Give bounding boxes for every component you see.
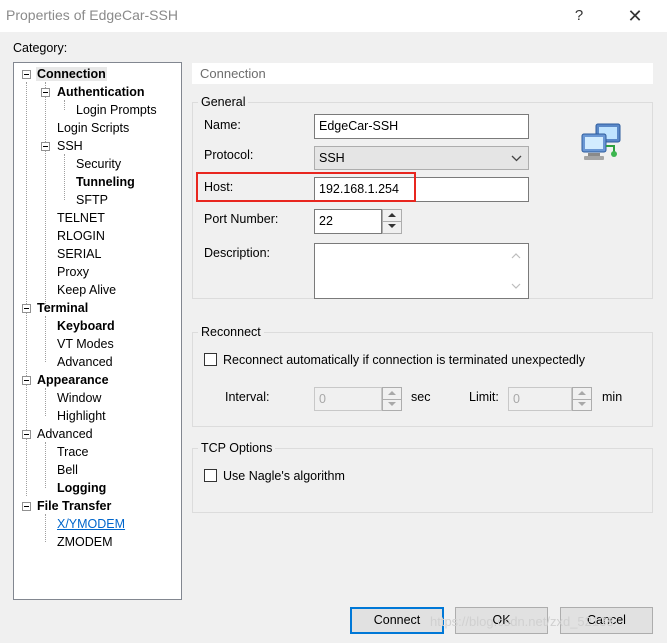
interval-unit: sec <box>411 390 431 404</box>
tree-item-terminal-advanced[interactable]: Advanced <box>56 353 114 371</box>
tree-item-trace[interactable]: Trace <box>56 443 90 461</box>
port-field[interactable]: 22 <box>314 209 382 234</box>
title-bar: Properties of EdgeCar-SSH ? ✕ <box>0 0 667 32</box>
host-highlight-box <box>196 172 416 202</box>
tree-item-logging[interactable]: Logging <box>56 479 107 497</box>
port-spinner[interactable] <box>382 209 402 234</box>
reconnect-group-title: Reconnect <box>198 325 264 339</box>
tree-item-sftp[interactable]: SFTP <box>75 191 109 209</box>
chevron-down-icon <box>511 155 522 162</box>
tree-item-connection[interactable]: Connection <box>22 65 107 83</box>
section-header: Connection <box>192 63 653 84</box>
category-tree[interactable]: Connection Authentication Login Prompts … <box>13 62 182 600</box>
reconnect-auto-label: Reconnect automatically if connection is… <box>223 353 586 367</box>
name-field[interactable]: EdgeCar-SSH <box>314 114 529 139</box>
tree-item-rlogin[interactable]: RLOGIN <box>56 227 106 245</box>
tree-item-serial[interactable]: SERIAL <box>56 245 102 263</box>
description-field[interactable] <box>314 243 529 299</box>
tree-item-window[interactable]: Window <box>56 389 102 407</box>
description-label: Description: <box>204 246 270 260</box>
general-group-title: General <box>198 95 249 109</box>
collapse-icon[interactable] <box>41 88 50 97</box>
spinner-down-icon[interactable] <box>573 399 591 410</box>
tree-guide-line <box>45 388 46 416</box>
network-computers-icon <box>581 123 621 160</box>
protocol-label: Protocol: <box>204 148 254 162</box>
scroll-arrows-icon <box>511 253 521 289</box>
tree-item-file-transfer[interactable]: File Transfer <box>22 497 112 515</box>
collapse-icon[interactable] <box>22 304 31 313</box>
window-title: Properties of EdgeCar-SSH <box>6 7 178 23</box>
tree-item-xymodem[interactable]: X/YMODEM <box>56 515 126 533</box>
port-label: Port Number: <box>204 212 279 226</box>
tree-guide-line <box>45 82 46 308</box>
tree-item-vt-modes[interactable]: VT Modes <box>56 335 115 353</box>
interval-label: Interval: <box>225 390 270 404</box>
tree-guide-line <box>64 100 65 110</box>
tree-guide-line <box>64 154 65 200</box>
tree-item-ssh[interactable]: SSH <box>41 137 84 155</box>
name-label: Name: <box>204 118 241 132</box>
reconnect-auto-checkbox[interactable] <box>204 353 217 366</box>
tree-item-bell[interactable]: Bell <box>56 461 79 479</box>
tree-item-tunneling[interactable]: Tunneling <box>75 173 136 191</box>
interval-spinner[interactable] <box>382 387 402 411</box>
tree-guide-line <box>45 442 46 488</box>
help-button[interactable]: ? <box>566 3 592 29</box>
tree-item-keyboard[interactable]: Keyboard <box>56 317 116 335</box>
spinner-down-icon[interactable] <box>383 399 401 410</box>
collapse-icon[interactable] <box>22 376 31 385</box>
tree-item-terminal[interactable]: Terminal <box>22 299 89 317</box>
section-title: Connection <box>200 66 266 81</box>
spinner-down-icon[interactable] <box>383 221 401 232</box>
protocol-value: SSH <box>319 151 345 165</box>
collapse-icon[interactable] <box>22 430 31 439</box>
tree-item-advanced[interactable]: Advanced <box>22 425 94 443</box>
tree-item-login-prompts[interactable]: Login Prompts <box>75 101 158 119</box>
tree-item-appearance[interactable]: Appearance <box>22 371 110 389</box>
collapse-icon[interactable] <box>22 502 31 511</box>
tree-item-telnet[interactable]: TELNET <box>56 209 106 227</box>
tree-item-authentication[interactable]: Authentication <box>41 83 146 101</box>
tree-item-highlight[interactable]: Highlight <box>56 407 107 425</box>
nagle-checkbox[interactable] <box>204 469 217 482</box>
tree-item-keep-alive[interactable]: Keep Alive <box>56 281 117 299</box>
watermark: https://blog.csdn.net/zxd_52138 <box>430 614 614 629</box>
reconnect-group <box>192 332 653 427</box>
limit-unit: min <box>602 390 623 404</box>
tree-item-security[interactable]: Security <box>75 155 122 173</box>
limit-label: Limit: <box>469 390 499 404</box>
close-button[interactable]: ✕ <box>620 3 650 29</box>
tree-guide-line <box>45 514 46 542</box>
interval-field[interactable]: 0 <box>314 387 382 411</box>
category-label: Category: <box>13 41 68 55</box>
tree-guide-line <box>45 316 46 362</box>
limit-spinner[interactable] <box>572 387 592 411</box>
tree-item-login-scripts[interactable]: Login Scripts <box>56 119 130 137</box>
protocol-select[interactable]: SSH <box>314 146 529 170</box>
tree-item-proxy[interactable]: Proxy <box>56 263 90 281</box>
tcp-options-title: TCP Options <box>198 441 276 455</box>
collapse-icon[interactable] <box>41 142 50 151</box>
tree-item-zmodem[interactable]: ZMODEM <box>56 533 114 551</box>
limit-field[interactable]: 0 <box>508 387 572 411</box>
collapse-icon[interactable] <box>22 70 31 79</box>
nagle-label: Use Nagle's algorithm <box>223 469 345 483</box>
